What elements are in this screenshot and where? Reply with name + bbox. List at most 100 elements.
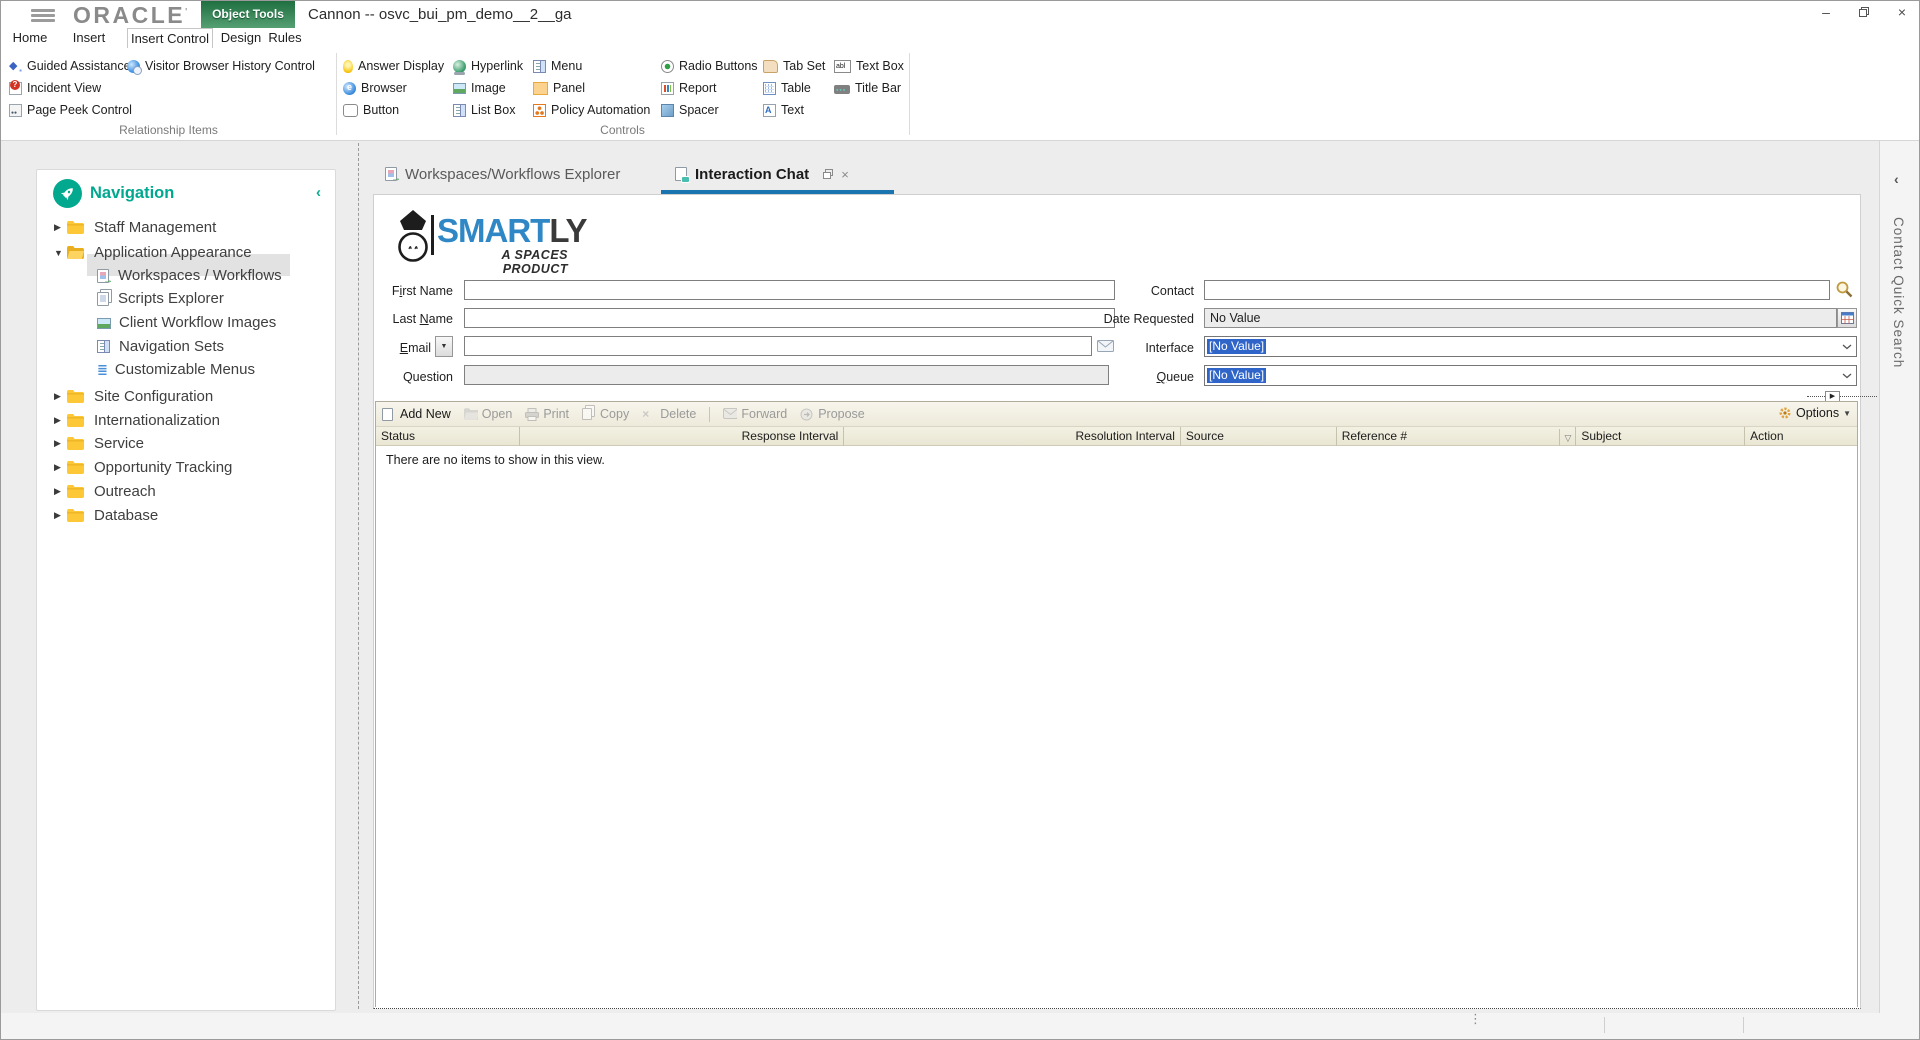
ribbon-item-incident-view[interactable]: Incident View: [9, 79, 101, 96]
sort-descending-icon: ▽: [1559, 429, 1571, 446]
logo-tagline: A SPACES PRODUCT: [501, 248, 568, 276]
sidebar-item-client-workflow-images[interactable]: Client Workflow Images: [97, 312, 276, 333]
queue-selected-value: [No Value]: [1207, 368, 1267, 383]
ribbon-item-tab-set[interactable]: Tab Set: [763, 58, 825, 74]
ribbon-item-panel[interactable]: Panel: [533, 80, 585, 96]
doc-tab-workspaces-explorer[interactable]: → Workspaces/Workflows Explorer: [385, 161, 620, 187]
sidebar-item-opportunity-tracking[interactable]: ▶ Opportunity Tracking: [54, 457, 232, 478]
sidebar-item-service[interactable]: ▶ Service: [54, 433, 144, 454]
column-header-subject[interactable]: Subject: [1576, 427, 1746, 446]
ribbon-item-browser[interactable]: Browser: [343, 80, 407, 96]
rocket-icon: [53, 179, 82, 208]
options-button[interactable]: Options ▼: [1778, 406, 1851, 420]
ribbon-item-radio-buttons[interactable]: Radio Buttons: [661, 58, 758, 74]
ribbon-item-report[interactable]: Report: [661, 80, 717, 96]
ribbon-item-policy-automation[interactable]: Policy Automation: [533, 102, 650, 118]
status-separator: [1604, 1017, 1605, 1033]
delete-button[interactable]: × Delete: [642, 407, 696, 421]
menu-icon: [533, 59, 546, 73]
print-button[interactable]: Print: [525, 407, 569, 421]
page-question-icon: [9, 79, 22, 95]
sidebar-item-application-appearance[interactable]: ▼ Application Appearance: [54, 242, 252, 263]
column-header-resolution-interval[interactable]: Resolution Interval: [844, 427, 1181, 446]
chevron-right-icon: ▶: [54, 438, 61, 448]
ribbon-tab-design[interactable]: Design: [219, 28, 263, 48]
menu-list-icon: ≣: [97, 361, 108, 377]
hamburger-menu-icon[interactable]: [31, 9, 55, 22]
ribbon-item-list-box[interactable]: List Box: [453, 102, 515, 118]
printer-icon: [525, 407, 540, 421]
sidebar-item-customizable-menus[interactable]: ≣ Customizable Menus: [97, 359, 255, 380]
drag-handle-icon[interactable]: ⋮: [1469, 1012, 1482, 1025]
form-report-splitter[interactable]: [1807, 396, 1877, 397]
search-icon[interactable]: [1835, 280, 1853, 298]
ribbon-item-menu[interactable]: Menu: [533, 58, 582, 74]
column-header-reference[interactable]: Reference # ▽: [1337, 427, 1577, 446]
propose-button[interactable]: Propose: [800, 407, 865, 421]
undock-icon[interactable]: [823, 169, 834, 179]
ribbon-item-answer-display[interactable]: Answer Display: [343, 58, 444, 74]
ribbon-item-hyperlink[interactable]: Hyperlink: [453, 58, 523, 75]
doc-tab-interaction-chat[interactable]: Interaction Chat ×: [675, 161, 849, 187]
email-input[interactable]: [464, 336, 1092, 356]
last-name-input[interactable]: [464, 308, 1115, 328]
ribbon-tab-insert-field[interactable]: Insert Field: [57, 28, 121, 64]
sidebar-item-workspaces-workflows[interactable]: → Workspaces / Workflows: [97, 265, 282, 286]
sidebar-item-internationalization[interactable]: ▶ Internationalization: [54, 410, 220, 431]
sidebar-item-scripts-explorer[interactable]: Scripts Explorer: [97, 288, 224, 309]
calendar-button[interactable]: [1837, 308, 1857, 328]
ribbon-item-text-box[interactable]: Text Box: [834, 58, 904, 74]
collapse-nav-icon[interactable]: ‹: [316, 184, 321, 201]
close-tab-icon[interactable]: ×: [841, 167, 849, 182]
browser-icon: [343, 81, 356, 95]
folder-icon: [67, 437, 84, 450]
forward-button[interactable]: Forward: [723, 407, 787, 421]
email-type-dropdown[interactable]: ▼: [435, 336, 453, 357]
date-requested-field[interactable]: No Value: [1204, 308, 1837, 328]
restore-icon: [1859, 7, 1869, 17]
close-button[interactable]: ×: [1889, 3, 1915, 21]
copy-button[interactable]: Copy: [582, 407, 629, 421]
restore-button[interactable]: [1851, 3, 1877, 21]
sidebar-item-navigation-sets[interactable]: Navigation Sets: [97, 336, 224, 357]
ribbon-tab-home[interactable]: Home: [11, 28, 49, 48]
column-header-response-interval[interactable]: Response Interval: [520, 427, 845, 446]
ribbon-item-spacer[interactable]: Spacer: [661, 102, 719, 118]
sidebar-item-site-configuration[interactable]: ▶ Site Configuration: [54, 386, 213, 407]
first-name-input[interactable]: [464, 280, 1115, 300]
ribbon-item-guided-assistance[interactable]: Guided Assistance: [9, 58, 131, 75]
sidebar-item-outreach[interactable]: ▶ Outreach: [54, 481, 156, 502]
window-title: Cannon -- osvc_bui_pm_demo__2__ga: [308, 6, 572, 23]
ribbon-item-text[interactable]: Text: [763, 102, 804, 118]
chevron-right-icon: ▶: [54, 391, 61, 401]
open-button[interactable]: Open: [463, 407, 512, 421]
minimize-button[interactable]: –: [1813, 3, 1839, 21]
ribbon-tab-rules[interactable]: Rules: [267, 28, 303, 48]
contact-quick-search-rail[interactable]: ‹ Contact Quick Search: [1879, 141, 1919, 1013]
column-header-action[interactable]: Action: [1745, 427, 1857, 446]
contact-input[interactable]: [1204, 280, 1830, 300]
queue-select[interactable]: [No Value]: [1204, 365, 1857, 386]
expand-rail-icon[interactable]: ‹: [1894, 171, 1899, 187]
ribbon-item-title-bar[interactable]: Title Bar: [834, 80, 901, 96]
ribbon-item-button[interactable]: Button: [343, 102, 399, 118]
scripts-icon: [97, 291, 109, 306]
status-separator: [1743, 1017, 1744, 1033]
panel-splitter[interactable]: [358, 143, 359, 1009]
question-input: [464, 365, 1109, 385]
ribbon-item-page-peek[interactable]: Page Peek Control: [9, 102, 132, 118]
sidebar-item-database[interactable]: ▶ Database: [54, 505, 158, 526]
sidebar-item-staff-management[interactable]: ▶ Staff Management: [54, 217, 216, 238]
ribbon-item-visitor-browser-history[interactable]: Visitor Browser History Control: [127, 58, 315, 75]
ribbon-item-image[interactable]: Image: [453, 80, 506, 96]
add-new-button[interactable]: Add New: [382, 407, 451, 421]
incident-report-region: Add New Open Print Copy × Delete Forward…: [375, 401, 1858, 1007]
ribbon-tab-insert-control[interactable]: Insert Control: [127, 28, 213, 48]
ribbon-item-table[interactable]: Table: [763, 80, 811, 96]
column-header-status[interactable]: Status: [376, 427, 520, 446]
column-header-source[interactable]: Source: [1181, 427, 1337, 446]
grid-icon: [763, 81, 776, 95]
ribbon-tab-row: Home Insert Field Insert Control Design …: [1, 28, 1919, 77]
image-icon: [453, 83, 466, 94]
interface-select[interactable]: [No Value]: [1204, 336, 1857, 357]
